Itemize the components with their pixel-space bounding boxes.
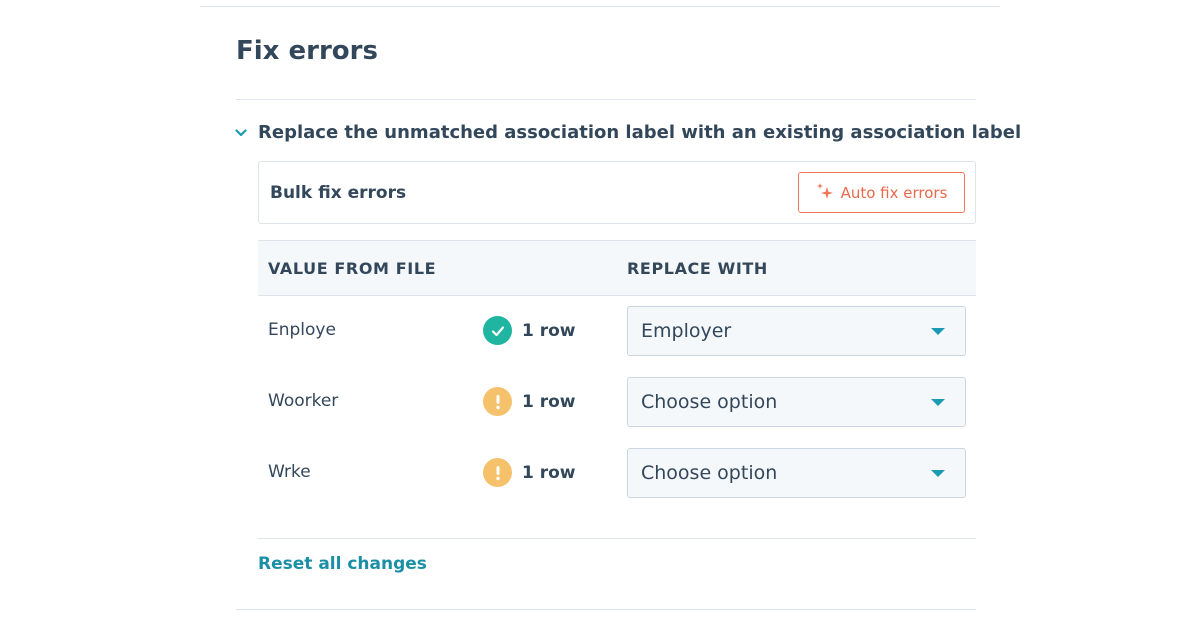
replace-with-select[interactable]: Choose option bbox=[627, 377, 966, 427]
bulk-fix-panel: Bulk fix errors Auto fix errors bbox=[258, 161, 976, 224]
select-value: Choose option bbox=[641, 462, 778, 484]
exclamation-icon bbox=[483, 458, 512, 487]
check-icon bbox=[483, 316, 512, 345]
row-status: 1 row bbox=[483, 316, 576, 345]
row-count: 1 row bbox=[522, 462, 576, 483]
replace-with-select[interactable]: Employer bbox=[627, 306, 966, 356]
top-divider bbox=[200, 6, 1000, 7]
caret-down-icon bbox=[931, 398, 945, 406]
row-status: 1 row bbox=[483, 387, 576, 416]
column-header-value-from-file: VALUE FROM FILE bbox=[268, 259, 437, 278]
chevron-down-icon[interactable] bbox=[234, 126, 248, 140]
row-count: 1 row bbox=[522, 391, 576, 412]
caret-down-icon bbox=[931, 327, 945, 335]
auto-fix-errors-button[interactable]: Auto fix errors bbox=[798, 172, 965, 213]
bulk-fix-label: Bulk fix errors bbox=[270, 182, 407, 203]
exclamation-icon bbox=[483, 387, 512, 416]
table-row: Enploye 1 row Employer bbox=[258, 306, 976, 356]
caret-down-icon bbox=[931, 469, 945, 477]
replace-with-select[interactable]: Choose option bbox=[627, 448, 966, 498]
section-bottom-divider bbox=[236, 609, 976, 610]
select-value: Employer bbox=[641, 320, 732, 342]
file-value: Woorker bbox=[268, 391, 339, 411]
row-status: 1 row bbox=[483, 458, 576, 487]
select-value: Choose option bbox=[641, 391, 778, 413]
table-row: Wrke 1 row Choose option bbox=[258, 448, 976, 498]
section-title: Replace the unmatched association label … bbox=[258, 122, 1022, 143]
section-toggle[interactable]: Replace the unmatched association label … bbox=[234, 122, 1021, 143]
file-value: Wrke bbox=[268, 462, 311, 482]
table-header: VALUE FROM FILE REPLACE WITH bbox=[258, 240, 976, 296]
sparkle-icon bbox=[816, 182, 834, 204]
row-count: 1 row bbox=[522, 320, 576, 341]
page-title: Fix errors bbox=[236, 36, 378, 66]
table-footer-divider bbox=[258, 538, 976, 539]
column-header-replace-with: REPLACE WITH bbox=[627, 259, 768, 278]
reset-all-changes-link[interactable]: Reset all changes bbox=[258, 554, 427, 574]
file-value: Enploye bbox=[268, 320, 336, 340]
auto-fix-errors-label: Auto fix errors bbox=[840, 183, 948, 202]
table-row: Woorker 1 row Choose option bbox=[258, 377, 976, 427]
title-divider bbox=[236, 99, 976, 100]
